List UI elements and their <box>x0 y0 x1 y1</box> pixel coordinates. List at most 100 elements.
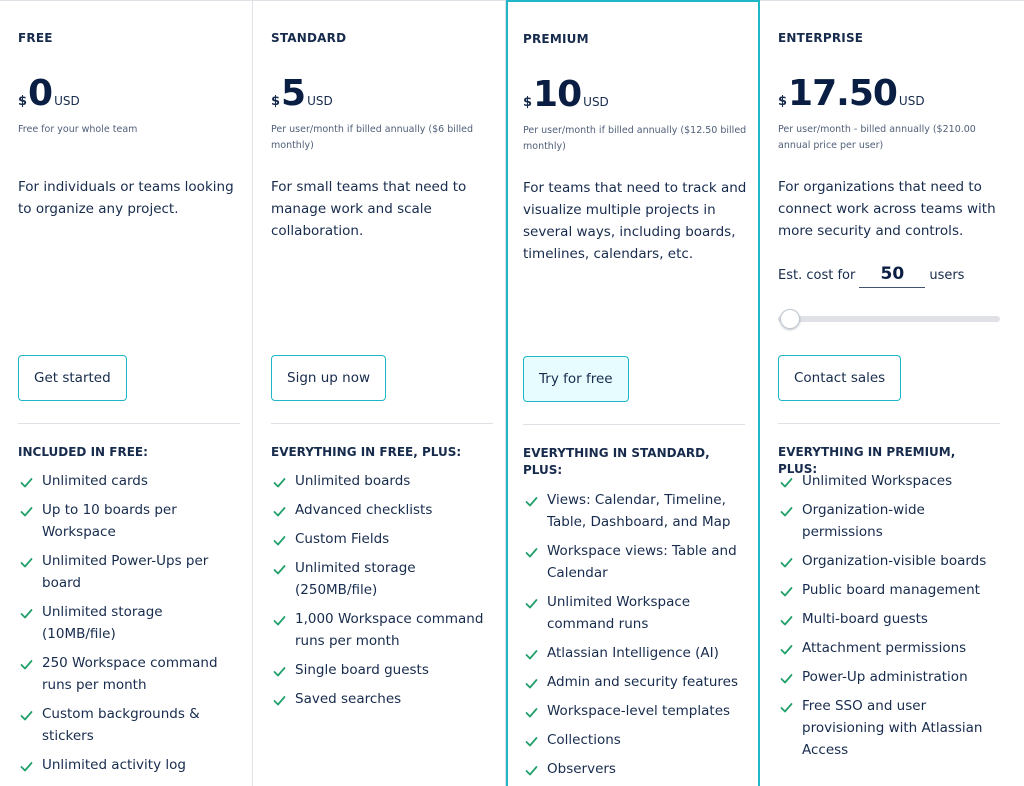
price-unit: USD <box>898 94 925 108</box>
plan-name: PREMIUM <box>523 32 589 46</box>
feature-text: 250 Workspace command runs per month <box>42 655 218 693</box>
pricing-table: FREE $ 0 USD Free for your whole team Fo… <box>0 0 1024 786</box>
feature-list: Unlimited Workspaces Organization-wide pe… <box>778 470 1000 768</box>
check-icon <box>525 646 538 660</box>
feature-text: Saved searches <box>295 691 402 707</box>
price-note: Free for your whole team <box>18 124 138 135</box>
plan-standard: STANDARD $ 5 USD Per user/month if bille… <box>253 1 506 786</box>
price: $ 17.50 USD <box>778 73 925 113</box>
price-unit: USD <box>54 94 80 108</box>
sign-up-now-button[interactable]: Sign up now <box>271 355 387 401</box>
feature-text: Workspace views: Table and Calendar <box>547 543 737 581</box>
price-note: Per user/month if billed annually ($6 bi… <box>271 124 474 151</box>
feature-text: Unlimited Workspace command runs <box>547 594 691 632</box>
price-unit: USD <box>583 95 609 109</box>
check-icon <box>525 704 538 718</box>
feature-item: Atlassian Intelligence (AI) <box>523 642 745 664</box>
check-icon <box>273 474 286 488</box>
feature-item: Multi-board guests <box>778 608 1000 630</box>
feature-item: Unlimited storage (10MB/file) <box>18 601 240 645</box>
features-title: EVERYTHING IN FREE, PLUS: <box>271 445 462 459</box>
check-icon <box>273 561 286 575</box>
feature-text: 1,000 Workspace command runs per month <box>295 611 484 649</box>
user-count-input[interactable] <box>859 262 926 288</box>
user-count-slider[interactable] <box>778 309 1000 329</box>
feature-item: Power-Up administration <box>778 666 1000 688</box>
check-icon <box>525 595 538 609</box>
check-icon <box>525 733 538 747</box>
feature-item: Workspace views: Table and Calendar <box>523 540 745 584</box>
cost-estimate: Est. cost for users <box>778 262 964 288</box>
slider-track[interactable] <box>778 316 1000 322</box>
feature-item: Unlimited cards <box>18 470 240 492</box>
feature-text: Unlimited boards <box>295 473 411 489</box>
check-icon <box>20 758 33 772</box>
check-icon <box>273 503 286 517</box>
feature-text: Unlimited Workspaces <box>802 473 953 489</box>
feature-text: Unlimited storage (10MB/file) <box>42 604 163 642</box>
feature-item: Custom backgrounds & stickers <box>18 703 240 747</box>
currency-symbol: $ <box>271 94 281 109</box>
feature-text: Custom backgrounds & stickers <box>42 706 200 744</box>
price-note: Per user/month - billed annually ($210.0… <box>778 124 976 151</box>
contact-sales-button[interactable]: Contact sales <box>778 355 902 401</box>
feature-text: Public board management <box>802 582 980 598</box>
feature-text: Unlimited Power-Ups per board <box>42 553 209 591</box>
check-icon <box>780 670 793 684</box>
feature-item: Up to 10 boards per Workspace <box>18 499 240 543</box>
check-icon <box>780 612 793 626</box>
check-icon <box>525 762 538 776</box>
estimate-prefix: Est. cost for <box>778 267 856 283</box>
feature-item: Workspace-level templates <box>523 700 745 722</box>
features-title: EVERYTHING IN STANDARD, PLUS: <box>523 446 710 477</box>
feature-item: Free SSO and user provisioning with Atla… <box>778 695 1000 761</box>
price-amount: 10 <box>533 74 582 115</box>
check-icon <box>525 493 538 507</box>
feature-text: Power-Up administration <box>802 669 968 685</box>
feature-text: Single board guests <box>295 662 429 678</box>
check-icon <box>20 474 33 488</box>
price: $ 5 USD <box>271 73 333 113</box>
plan-name: STANDARD <box>271 31 347 45</box>
check-icon <box>20 605 33 619</box>
feature-item: Unlimited Workspaces <box>778 470 1000 492</box>
price-note: Per user/month if billed annually ($12.5… <box>523 125 747 152</box>
plan-enterprise: ENTERPRISE $ 17.50 USD Per user/month - … <box>760 1 1021 786</box>
check-icon <box>525 544 538 558</box>
feature-text: Free SSO and user provisioning with Atla… <box>802 698 983 758</box>
check-icon <box>20 503 33 517</box>
feature-item: Unlimited boards <box>271 470 493 492</box>
check-icon <box>780 554 793 568</box>
feature-item: Organization-visible boards <box>778 550 1000 572</box>
feature-item: Unlimited activity log <box>18 754 240 776</box>
plan-description: For teams that need to track and visuali… <box>523 180 747 262</box>
check-icon <box>780 503 793 517</box>
features-title: INCLUDED IN FREE: <box>18 445 148 459</box>
check-icon <box>273 532 286 546</box>
feature-list: Views: Calendar, Timeline, Table, Dashbo… <box>523 489 745 786</box>
price: $ 10 USD <box>523 74 609 114</box>
try-for-free-button[interactable]: Try for free <box>523 356 629 402</box>
plan-description: For small teams that need to manage work… <box>271 179 467 239</box>
feature-text: Organization-visible boards <box>802 553 987 569</box>
check-icon <box>20 656 33 670</box>
feature-item: 250 Workspace command runs per month <box>18 652 240 696</box>
feature-item: Unlimited Power-Ups per board <box>18 550 240 594</box>
feature-text: Custom Fields <box>295 531 390 547</box>
divider <box>523 424 745 425</box>
feature-item: Unlimited storage (250MB/file) <box>271 557 493 601</box>
price-amount: 0 <box>28 73 53 114</box>
feature-text: Views: Calendar, Timeline, Table, Dashbo… <box>547 492 731 530</box>
feature-text: Collections <box>547 732 621 748</box>
feature-text: Multi-board guests <box>802 611 928 627</box>
slider-handle[interactable] <box>780 309 800 329</box>
check-icon <box>273 663 286 677</box>
feature-text: Advanced checklists <box>295 502 433 518</box>
plan-free: FREE $ 0 USD Free for your whole team Fo… <box>0 1 253 786</box>
feature-item: Advanced checklists <box>271 499 493 521</box>
divider <box>271 423 493 424</box>
feature-text: Unlimited activity log <box>42 757 186 773</box>
check-icon <box>780 583 793 597</box>
estimate-suffix: users <box>929 267 965 283</box>
get-started-button[interactable]: Get started <box>18 355 127 401</box>
